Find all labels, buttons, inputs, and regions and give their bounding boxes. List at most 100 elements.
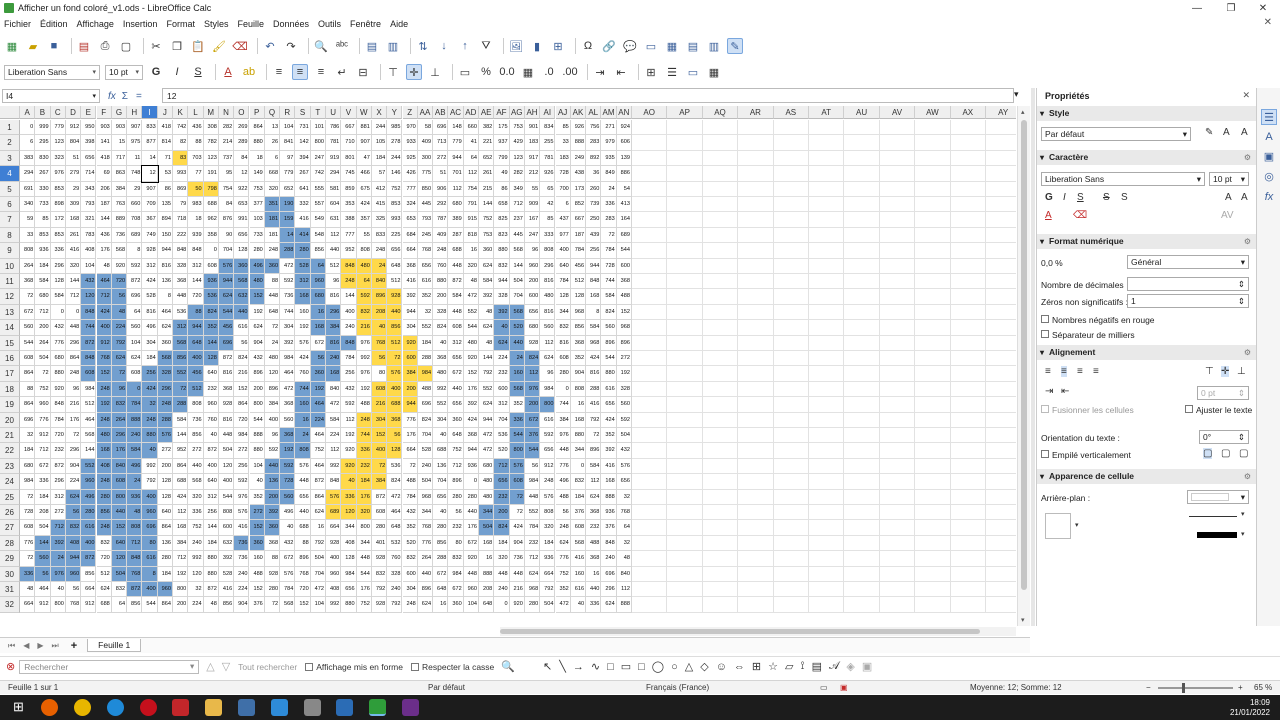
cell[interactable]: 464 (310, 397, 326, 413)
cell[interactable]: 640 (111, 535, 128, 552)
empty-cell[interactable] (950, 428, 986, 444)
cell[interactable]: 944 (586, 258, 602, 274)
scroll-up-icon[interactable]: ▴ (1021, 108, 1025, 116)
cell[interactable]: 658 (494, 197, 510, 213)
empty-cell[interactable] (773, 351, 809, 367)
merge-cells-checkbox[interactable]: Fusionner les cellules (1041, 405, 1134, 415)
cell[interactable]: 360 (448, 597, 464, 613)
empty-cell[interactable] (915, 428, 951, 444)
cell[interactable]: 360 (249, 535, 265, 552)
cell[interactable]: 336 (341, 489, 357, 505)
sheet-tab[interactable]: Feuille 1 (87, 639, 142, 652)
more-options-icon[interactable]: ⚙ (1244, 234, 1251, 249)
cell[interactable]: 24 (601, 181, 617, 197)
cell[interactable]: 141 (96, 135, 112, 151)
cell[interactable]: 480 (479, 489, 495, 505)
cell[interactable]: 128 (555, 289, 571, 305)
cell[interactable]: 960 (524, 258, 541, 274)
gallery-deck-icon[interactable]: ▣ (1261, 149, 1277, 165)
cell[interactable]: 592 (234, 474, 250, 490)
cell[interactable]: 392 (494, 304, 510, 321)
cell[interactable]: 592 (127, 258, 143, 274)
column-header[interactable]: AK (570, 106, 587, 119)
fontwork-icon[interactable]: 𝒜 (829, 660, 839, 673)
cell[interactable]: 816 (540, 304, 556, 321)
cell[interactable]: 383 (20, 150, 36, 167)
cell[interactable]: 976 (524, 381, 541, 398)
cell[interactable]: 616 (142, 551, 158, 567)
cell[interactable]: 360 (157, 335, 173, 351)
cell[interactable]: 688 (203, 197, 219, 213)
cell[interactable]: 992 (188, 551, 204, 567)
cell[interactable]: 544 (509, 428, 525, 444)
cell[interactable]: 40 (570, 597, 587, 613)
cell[interactable]: 200 (173, 597, 189, 613)
cell[interactable]: 648 (433, 582, 449, 598)
cell[interactable]: 742 (310, 166, 326, 182)
cell[interactable]: 784 (555, 274, 571, 290)
cell[interactable]: 800 (310, 135, 326, 151)
cell[interactable]: 928 (387, 289, 403, 305)
cell[interactable]: 814 (157, 135, 173, 151)
zoom-knob[interactable] (1182, 683, 1185, 693)
border-style-icon[interactable]: ☰ (664, 64, 680, 80)
cell[interactable]: 675 (356, 181, 372, 197)
cell[interactable]: 448 (218, 428, 235, 444)
cell[interactable]: 656 (540, 443, 556, 459)
cell[interactable]: 181 (264, 212, 281, 228)
cell[interactable]: 592 (616, 412, 632, 428)
cell[interactable]: 192 (356, 381, 372, 398)
cell[interactable]: 616 (540, 412, 556, 428)
cell[interactable]: 808 (356, 243, 372, 259)
empty-cell[interactable] (738, 535, 774, 552)
empty-cell[interactable] (773, 135, 809, 151)
empty-cell[interactable] (986, 382, 1016, 398)
cell[interactable]: 80 (448, 535, 464, 552)
minimize-button[interactable]: — (1180, 0, 1214, 16)
empty-cell[interactable] (986, 505, 1016, 521)
empty-cell[interactable] (915, 227, 951, 244)
spreadsheet-grid[interactable]: A B C D E F G H I J K L M N O P Q R S T U V W X Y Z AA AB AC AD AE AF AG… (0, 106, 1016, 626)
cell[interactable]: 848 (50, 397, 66, 413)
cell[interactable]: 568 (173, 335, 189, 351)
cell[interactable]: 544 (142, 597, 158, 613)
cell[interactable]: 752 (35, 381, 51, 398)
cell[interactable]: 728 (280, 474, 296, 490)
cell[interactable]: 744 (601, 274, 617, 290)
cell[interactable]: 432 (249, 351, 265, 367)
cell[interactable]: 18 (249, 150, 265, 167)
cell[interactable]: 652 (280, 181, 296, 197)
next-sheet-icon[interactable]: ▶ (37, 641, 43, 650)
cell[interactable]: 320 (494, 551, 510, 567)
cell[interactable]: 72 (111, 366, 128, 382)
cell[interactable]: 244 (387, 150, 403, 167)
cell[interactable]: 360 (234, 258, 250, 274)
cell[interactable]: 368 (586, 505, 602, 521)
cell[interactable]: 64 (463, 150, 479, 167)
cell[interactable]: 928 (326, 535, 342, 552)
font-name-combo[interactable]: Liberation Sans ▾ (4, 64, 100, 80)
cell[interactable]: 912 (96, 335, 112, 351)
empty-cell[interactable] (773, 320, 809, 336)
cell[interactable]: 944 (402, 304, 418, 321)
empty-cell[interactable] (809, 412, 845, 428)
cell[interactable]: 656 (448, 351, 464, 367)
cell[interactable]: 288 (417, 351, 434, 367)
empty-cell[interactable] (950, 397, 986, 413)
cell[interactable]: 324 (402, 197, 418, 213)
decimals-spinner[interactable]: ⇕ (1127, 277, 1249, 291)
show-draw-functions-icon[interactable]: ✎ (727, 38, 743, 54)
empty-cell[interactable] (738, 150, 774, 167)
empty-cell[interactable] (632, 505, 668, 521)
cell[interactable]: 144 (479, 197, 495, 213)
empty-cell[interactable] (702, 243, 739, 259)
empty-cell[interactable] (879, 274, 916, 290)
cell[interactable]: 440 (387, 304, 403, 321)
cell[interactable]: 792 (111, 335, 128, 351)
cell[interactable]: 480 (96, 428, 112, 444)
cell[interactable]: 312 (188, 258, 204, 274)
find-replace-icon[interactable]: 🔍 (313, 38, 329, 54)
empty-cell[interactable] (809, 397, 845, 413)
cell[interactable]: 248 (555, 520, 571, 536)
cell[interactable]: 568 (280, 597, 296, 613)
